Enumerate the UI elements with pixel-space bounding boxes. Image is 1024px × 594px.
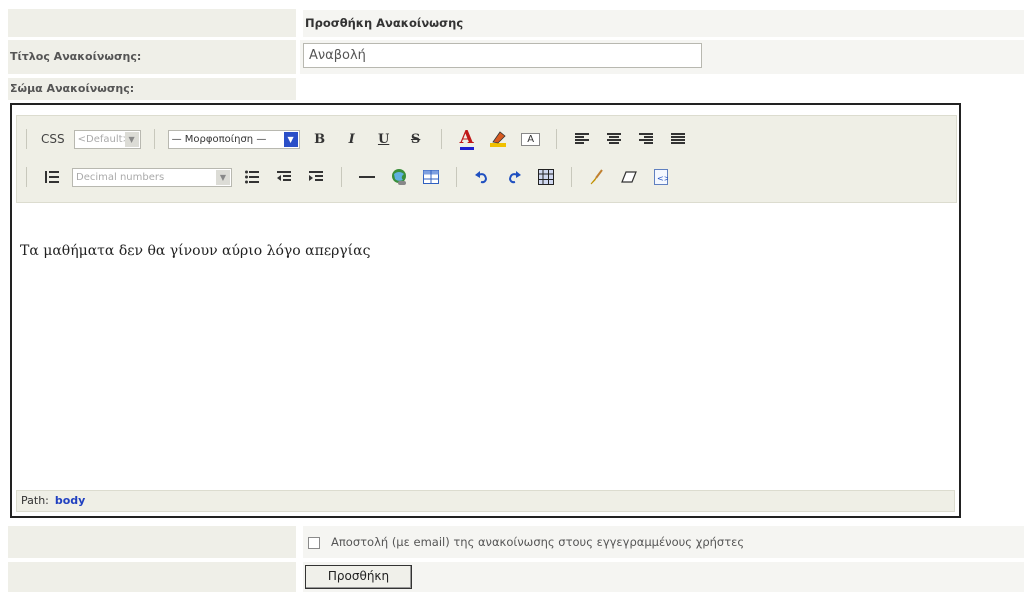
outdent-button[interactable] <box>271 166 297 188</box>
list-style-select[interactable]: Decimal numbers ▼ <box>72 167 232 187</box>
add-button[interactable]: Προσθήκη <box>305 565 412 589</box>
link-button[interactable] <box>386 166 412 188</box>
submit-row: Προσθήκη <box>303 562 1024 592</box>
toolbar-separator <box>26 167 27 187</box>
underline-button[interactable]: U <box>371 128 397 150</box>
editor-toolbar: CSS <Default> ▼ — Μορφοποίηση — ▼ B I U … <box>16 115 957 203</box>
indent-button[interactable] <box>303 166 329 188</box>
editor-statusbar: Path: body <box>16 490 955 512</box>
numbered-list-button[interactable] <box>39 166 65 188</box>
eraser-icon <box>621 171 637 183</box>
remove-format-button[interactable] <box>616 166 642 188</box>
bullet-list-icon <box>245 170 259 184</box>
email-option-row: Αποστολή (με email) της ανακοίνωσης στου… <box>303 526 1024 558</box>
toolbar-separator <box>153 129 155 149</box>
css-select[interactable]: <Default> ▼ <box>73 129 141 149</box>
font-color-icon: A <box>459 126 474 150</box>
horizontal-rule-icon <box>359 176 375 178</box>
strikethrough-button[interactable]: S <box>403 128 429 150</box>
source-code-button[interactable]: <> <box>648 166 674 188</box>
italic-button[interactable]: I <box>339 128 365 150</box>
bullet-list-button[interactable] <box>239 166 265 188</box>
path-label: Path: <box>21 494 49 507</box>
toolbar-separator <box>440 129 442 149</box>
toolbar-separator <box>341 167 342 187</box>
cleanup-button[interactable] <box>584 166 610 188</box>
horizontal-rule-button[interactable] <box>354 166 380 188</box>
toolbar-separator <box>26 129 27 149</box>
submit-label-cell <box>8 562 296 592</box>
svg-text:<>: <> <box>657 174 668 183</box>
chevron-down-icon: ▼ <box>216 169 230 185</box>
grid-icon <box>538 169 554 185</box>
outdent-icon <box>277 171 291 181</box>
body-label: Σώμα Ανακοίνωσης: <box>8 78 296 100</box>
indent-icon <box>309 171 323 181</box>
align-right-button[interactable] <box>633 128 659 150</box>
editor-content-text: Τα μαθήματα δεν θα γίνουν αύριο λόγο απε… <box>20 243 371 259</box>
toolbar-separator <box>571 167 572 187</box>
text-box-button[interactable]: A <box>518 128 544 150</box>
table-icon <box>423 170 439 184</box>
header-label-cell <box>8 9 296 37</box>
align-right-icon <box>638 133 653 144</box>
align-center-icon <box>606 133 621 144</box>
justify-icon <box>670 133 685 144</box>
rich-text-editor: CSS <Default> ▼ — Μορφοποίηση — ▼ B I U … <box>10 103 961 518</box>
align-left-button[interactable] <box>569 128 595 150</box>
toolbar-row-1: CSS <Default> ▼ — Μορφοποίηση — ▼ B I U … <box>17 124 694 154</box>
redo-icon <box>508 171 521 184</box>
page-title: Προσθήκη Ανακοίνωσης <box>303 10 1024 37</box>
undo-icon <box>475 171 488 184</box>
toolbar-row-2: Decimal numbers ▼ <> <box>17 162 677 192</box>
toolbar-separator <box>555 129 557 149</box>
brush-icon <box>590 169 603 185</box>
source-icon: <> <box>654 169 668 185</box>
text-box-icon: A <box>521 132 541 146</box>
chevron-down-icon: ▼ <box>283 131 298 147</box>
redo-button[interactable] <box>501 166 527 188</box>
title-label: Τίτλος Ανακοίνωσης: <box>8 40 296 74</box>
numbered-list-icon <box>45 171 59 183</box>
email-option-label: Αποστολή (με email) της ανακοίνωσης στου… <box>331 535 745 549</box>
email-checkbox[interactable] <box>308 537 320 549</box>
editor-content-area[interactable]: Τα μαθήματα δεν θα γίνουν αύριο λόγο απε… <box>16 219 951 479</box>
visual-aid-button[interactable] <box>533 166 559 188</box>
title-input[interactable] <box>303 43 702 68</box>
align-left-icon <box>574 133 589 144</box>
format-select[interactable]: — Μορφοποίηση — ▼ <box>167 129 300 149</box>
email-label-cell <box>8 526 296 558</box>
list-style-value: Decimal numbers <box>76 171 165 183</box>
path-value-link[interactable]: body <box>55 494 85 507</box>
highlighter-icon <box>489 131 506 147</box>
css-label: CSS <box>41 132 65 146</box>
link-icon <box>392 169 406 185</box>
format-select-value: — Μορφοποίηση — <box>171 133 267 145</box>
background-color-button[interactable] <box>486 128 512 150</box>
table-button[interactable] <box>418 166 444 188</box>
align-center-button[interactable] <box>601 128 627 150</box>
font-color-button[interactable]: A <box>454 128 480 150</box>
chevron-down-icon: ▼ <box>124 131 139 147</box>
justify-button[interactable] <box>665 128 691 150</box>
css-select-value: <Default> <box>77 133 131 145</box>
toolbar-separator <box>456 167 457 187</box>
bold-button[interactable]: B <box>307 128 333 150</box>
undo-button[interactable] <box>469 166 495 188</box>
